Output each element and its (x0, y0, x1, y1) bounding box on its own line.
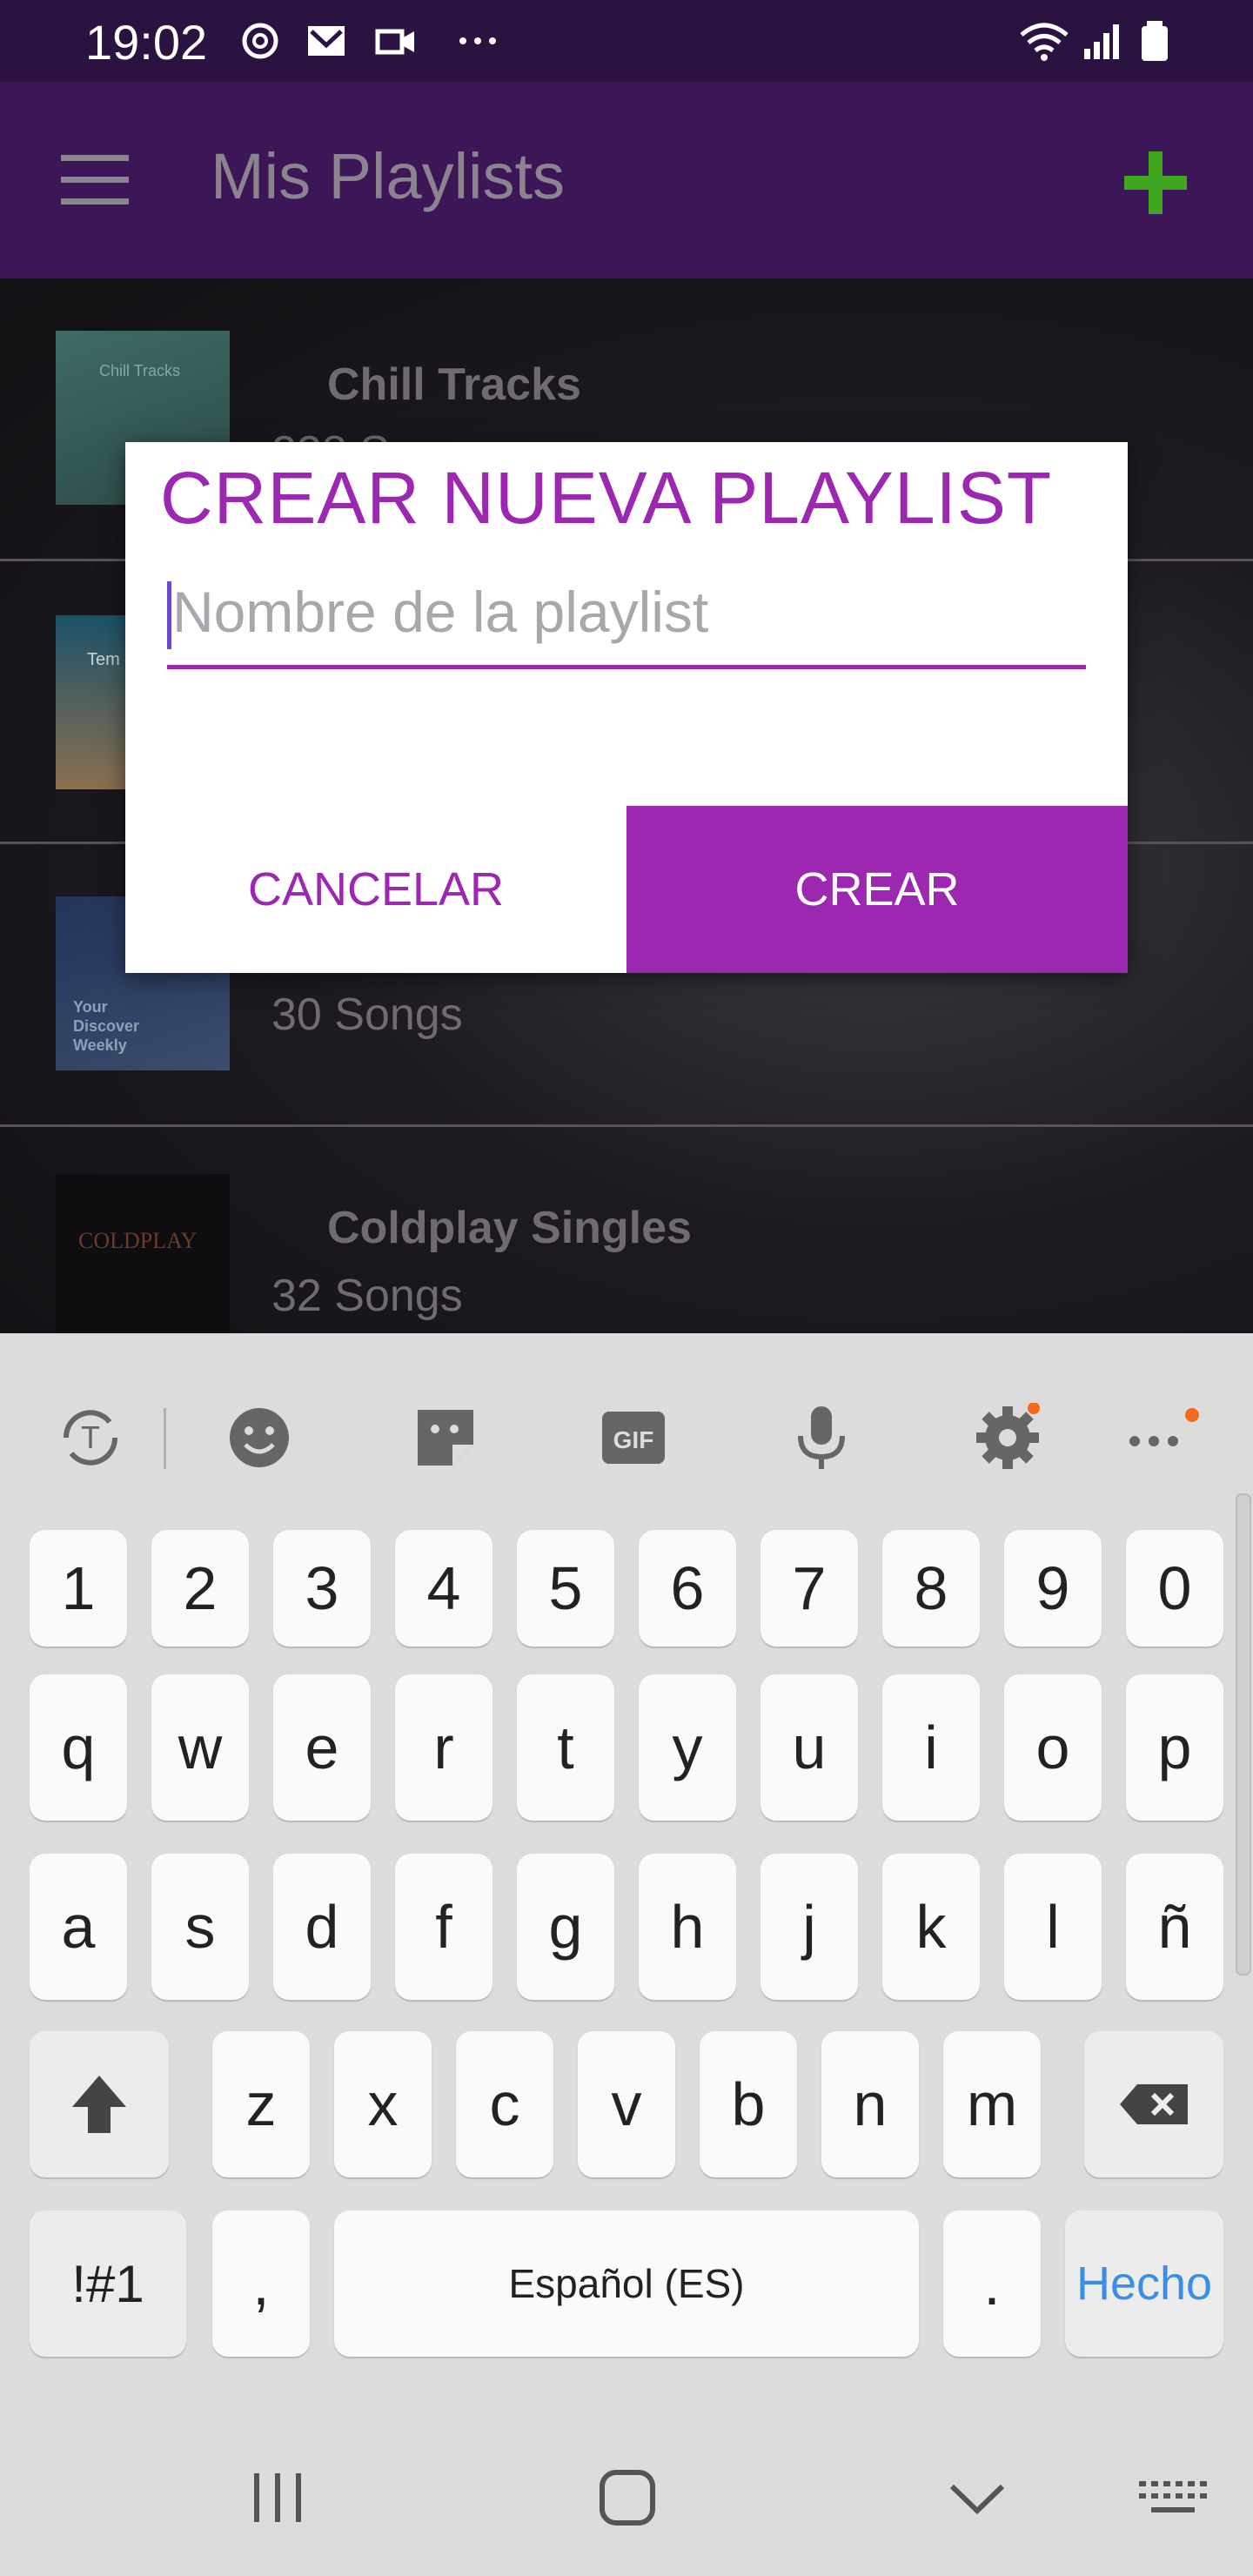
key-t[interactable]: t (517, 1674, 614, 1821)
playlist-name-field[interactable] (167, 573, 1086, 669)
svg-text:GIF: GIF (613, 1426, 654, 1453)
key-n[interactable]: n (821, 2031, 919, 2177)
key-4[interactable]: 4 (395, 1530, 492, 1647)
key-5[interactable]: 5 (517, 1530, 614, 1647)
key-a[interactable]: a (30, 1854, 127, 2000)
page-title: Mis Playlists (211, 140, 566, 212)
key-m[interactable]: m (943, 2031, 1041, 2177)
key-8[interactable]: 8 (882, 1530, 980, 1647)
backspace-key[interactable] (1084, 2031, 1223, 2177)
playlist-cover: COLDPLAY (56, 1174, 230, 1333)
key-q[interactable]: q (30, 1674, 127, 1821)
key-6[interactable]: 6 (639, 1530, 736, 1647)
key-7[interactable]: 7 (761, 1530, 858, 1647)
key-c[interactable]: c (456, 2031, 553, 2177)
playlist-name-input[interactable] (167, 573, 1077, 651)
keyboard-scrollbar[interactable] (1236, 1493, 1251, 1976)
key-s[interactable]: s (151, 1854, 249, 2000)
key-z[interactable]: z (212, 2031, 310, 2177)
dialog-title: CREAR NUEVA PLAYLIST (160, 457, 1053, 539)
key-9[interactable]: 9 (1004, 1530, 1102, 1647)
create-button[interactable]: CREAR (626, 806, 1128, 973)
key-o[interactable]: o (1004, 1674, 1102, 1821)
shift-key[interactable] (30, 2031, 169, 2177)
key-2[interactable]: 2 (151, 1530, 249, 1647)
battery-icon (1142, 21, 1168, 61)
key-n-tilde[interactable]: ñ (1126, 1854, 1223, 2000)
translate-icon[interactable]: T (56, 1403, 125, 1472)
text-cursor (167, 581, 171, 649)
key-v[interactable]: v (578, 2031, 675, 2177)
key-b[interactable]: b (700, 2031, 797, 2177)
key-1[interactable]: 1 (30, 1530, 127, 1647)
keyboard: T GIF 1 2 3 4 5 6 7 8 9 0 q w e r t y u … (0, 1333, 1253, 2576)
cancel-button[interactable]: CANCELAR (125, 806, 626, 973)
toolbar-divider (164, 1408, 166, 1469)
signal-icon (1084, 24, 1119, 59)
key-f[interactable]: f (395, 1854, 492, 2000)
period-key[interactable]: . (943, 2210, 1041, 2357)
home-icon (600, 2470, 655, 2526)
key-y[interactable]: y (639, 1674, 736, 1821)
playlist-count: 32 Songs (271, 1271, 463, 1321)
create-playlist-dialog: CREAR NUEVA PLAYLIST CANCELAR CREAR (125, 442, 1128, 973)
video-icon (375, 29, 414, 55)
status-time: 19:02 (85, 15, 208, 70)
key-r[interactable]: r (395, 1674, 492, 1821)
app-bar: Mis Playlists (0, 82, 1253, 278)
sticker-icon[interactable] (411, 1403, 480, 1472)
gmail-icon (308, 26, 345, 56)
key-h[interactable]: h (639, 1854, 736, 2000)
status-bar: 19:02 (0, 0, 1253, 82)
add-playlist-icon[interactable] (1122, 150, 1189, 216)
space-key[interactable]: Español (ES) (334, 2210, 919, 2357)
key-j[interactable]: j (761, 1854, 858, 2000)
key-i[interactable]: i (882, 1674, 980, 1821)
key-w[interactable]: w (151, 1674, 249, 1821)
playlist-name: Coldplay Singles (327, 1203, 692, 1253)
shift-icon (72, 2076, 126, 2133)
done-key[interactable]: Hecho (1065, 2210, 1223, 2357)
mic-icon[interactable] (787, 1403, 856, 1472)
key-g[interactable]: g (517, 1854, 614, 2000)
key-x[interactable]: x (334, 2031, 432, 2177)
sync-icon (242, 23, 278, 59)
recent-apps-icon (254, 2473, 301, 2522)
key-3[interactable]: 3 (273, 1530, 371, 1647)
chevron-down-icon (949, 2484, 1005, 2515)
recent-apps-button[interactable] (238, 2463, 317, 2532)
keyboard-switch-button[interactable] (1133, 2463, 1211, 2532)
emoji-icon[interactable] (224, 1403, 294, 1472)
key-p[interactable]: p (1126, 1674, 1223, 1821)
key-0[interactable]: 0 (1126, 1530, 1223, 1647)
home-button[interactable] (588, 2463, 667, 2532)
wifi-icon (1020, 23, 1069, 61)
list-item[interactable]: COLDPLAY Coldplay Singles 32 Songs (0, 1127, 1253, 1333)
more-dots-icon (459, 37, 496, 44)
more-icon[interactable] (1122, 1403, 1218, 1472)
key-d[interactable]: d (273, 1854, 371, 2000)
playlist-count: 30 Songs (271, 989, 463, 1040)
key-e[interactable]: e (273, 1674, 371, 1821)
svg-text:T: T (81, 1419, 100, 1455)
menu-icon[interactable] (61, 151, 134, 209)
keyboard-icon (1139, 2481, 1207, 2512)
playlist-name: Chill Tracks (327, 359, 581, 410)
backspace-icon (1120, 2084, 1188, 2124)
back-button[interactable] (938, 2463, 1016, 2532)
symbols-key[interactable]: !#1 (30, 2210, 186, 2357)
gif-icon[interactable]: GIF (599, 1403, 668, 1472)
settings-icon[interactable] (973, 1403, 1042, 1472)
key-l[interactable]: l (1004, 1854, 1102, 2000)
key-u[interactable]: u (761, 1674, 858, 1821)
key-k[interactable]: k (882, 1854, 980, 2000)
comma-key[interactable]: , (212, 2210, 310, 2357)
